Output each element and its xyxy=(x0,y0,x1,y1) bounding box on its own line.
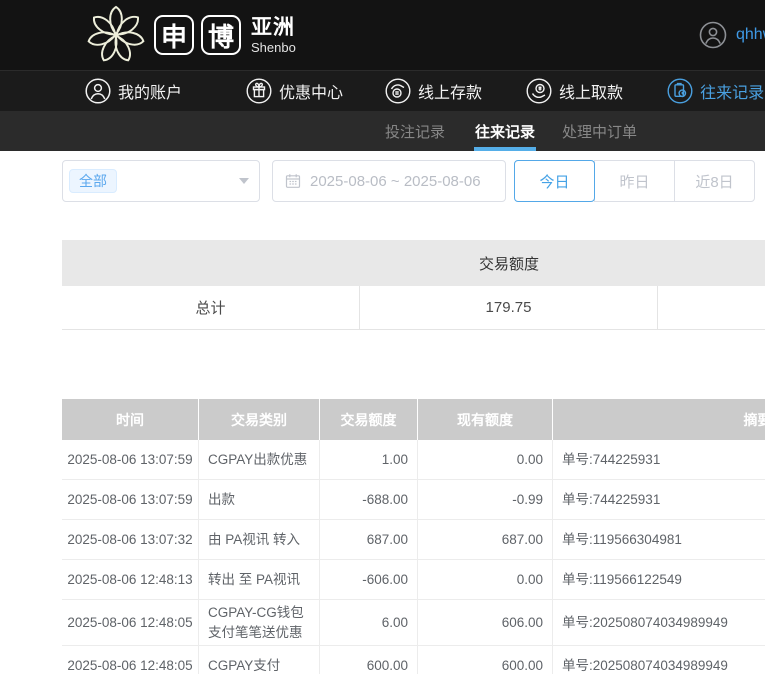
cell-type: 出款 xyxy=(199,480,320,519)
table-row: 2025-08-06 13:07:59 出款 -688.00 -0.99 单号:… xyxy=(62,480,765,520)
cell-balance: 687.00 xyxy=(418,520,553,559)
page: 申 博 亚洲 Shenbo qhhw xyxy=(0,0,765,674)
tab-pending-orders[interactable]: 处理中订单 xyxy=(562,111,637,151)
summary-table: 交易额度 总计 179.75 xyxy=(62,240,765,330)
col-header-amount: 交易额度 xyxy=(320,399,418,440)
avatar-icon xyxy=(699,21,727,49)
cell-time: 2025-08-06 12:48:05 xyxy=(62,600,199,646)
summary-header-amount: 交易额度 xyxy=(478,255,539,273)
col-header-summary: 摘要 xyxy=(743,411,765,428)
cell-time: 2025-08-06 13:07:59 xyxy=(62,480,199,519)
flower-logo-icon xyxy=(87,5,145,62)
cell-time: 2025-08-06 12:48:13 xyxy=(62,560,199,599)
main-nav: 我的账户 优惠中心 线上存款 线上取款 往来记录 xyxy=(0,70,765,111)
nav-label: 线上存款 xyxy=(418,85,483,102)
table-row: 2025-08-06 13:07:59 CGPAY出款优惠 1.00 0.00 … xyxy=(62,440,765,480)
table-row: 2025-08-06 12:48:05 CGPAY-CG钱包支付笔笔送优惠 6.… xyxy=(62,600,765,647)
quick-date-buttons: 今日 昨日 近8日 xyxy=(514,160,755,202)
cell-amount: 1.00 xyxy=(320,440,418,479)
cell-amount: 687.00 xyxy=(320,520,418,559)
date-range-picker[interactable]: 2025-08-06 ~ 2025-08-06 xyxy=(272,160,506,202)
summary-header-spacer xyxy=(658,240,765,286)
user-icon xyxy=(85,78,111,104)
cell-balance: 0.00 xyxy=(418,560,553,599)
nav-label: 优惠中心 xyxy=(279,85,344,102)
cell-summary: 单号:202508074034989949 xyxy=(562,657,728,673)
selected-category-tag[interactable]: 全部 xyxy=(69,169,117,193)
cell-type: CGPAY出款优惠 xyxy=(199,440,320,479)
table-row: 2025-08-06 12:48:13 转出 至 PA视讯 -606.00 0.… xyxy=(62,560,765,600)
records-icon xyxy=(667,78,693,104)
brand-subtitle: Shenbo xyxy=(251,39,296,55)
cell-time: 2025-08-06 13:07:59 xyxy=(62,440,199,479)
deposit-icon xyxy=(385,78,411,104)
category-select[interactable]: 全部 xyxy=(62,160,260,202)
cell-balance: 606.00 xyxy=(418,600,553,646)
gift-icon xyxy=(246,78,272,104)
summary-header-spacer xyxy=(62,240,360,286)
brand-logo[interactable]: 申 博 亚洲 Shenbo xyxy=(85,3,296,67)
nav-label: 线上取款 xyxy=(559,85,624,102)
table-header-row: 时间 交易类别 交易额度 现有额度 摘要 xyxy=(62,399,765,440)
date-range-value: 2025-08-06 ~ 2025-08-06 xyxy=(310,172,481,190)
cell-amount: 600.00 xyxy=(320,646,418,674)
cell-balance: 0.00 xyxy=(418,440,553,479)
top-header: 申 博 亚洲 Shenbo qhhw xyxy=(0,0,765,70)
summary-header-row: 交易额度 xyxy=(62,240,765,286)
content-area: 全部 2025-08-06 ~ 2025-08-06 今日 昨日 近8日 交易额… xyxy=(0,160,765,674)
cell-time: 2025-08-06 12:48:05 xyxy=(62,646,199,674)
summary-total-row: 总计 179.75 xyxy=(62,286,765,330)
chevron-down-icon xyxy=(239,178,249,184)
logo-char-shen: 申 xyxy=(154,15,194,55)
cell-type: 转出 至 PA视讯 xyxy=(199,560,320,599)
cell-type: CGPAY支付 xyxy=(199,646,320,674)
col-header-time: 时间 xyxy=(62,399,199,440)
calendar-icon xyxy=(285,174,301,188)
withdraw-icon xyxy=(526,78,552,104)
cell-time: 2025-08-06 13:07:32 xyxy=(62,520,199,559)
filter-bar: 全部 2025-08-06 ~ 2025-08-06 今日 昨日 近8日 xyxy=(62,160,765,202)
table-row: 2025-08-06 12:48:05 CGPAY支付 600.00 600.0… xyxy=(62,646,765,674)
col-header-balance: 现有额度 xyxy=(418,399,553,440)
cell-summary: 单号:202508074034989949 xyxy=(562,614,728,630)
brand-region-label: 亚洲 xyxy=(251,15,295,39)
table-row: 2025-08-06 13:07:32 由 PA视讯 转入 687.00 687… xyxy=(62,520,765,560)
logo-char-bo: 博 xyxy=(201,15,241,55)
cell-balance: 600.00 xyxy=(418,646,553,674)
cell-summary: 单号:744225931 xyxy=(562,491,661,507)
transactions-table: 时间 交易类别 交易额度 现有额度 摘要 2025-08-06 13:07:59… xyxy=(62,399,765,674)
nav-label: 我的账户 xyxy=(118,85,183,102)
cell-summary: 单号:119566304981 xyxy=(562,531,682,547)
nav-item-withdraw[interactable]: 线上取款 xyxy=(526,78,623,104)
nav-item-my-account[interactable]: 我的账户 xyxy=(85,78,182,104)
summary-total-value: 179.75 xyxy=(360,286,658,329)
cell-summary: 单号:744225931 xyxy=(562,451,661,467)
summary-total-label: 总计 xyxy=(62,286,360,329)
tab-betting-records[interactable]: 投注记录 xyxy=(385,111,445,151)
cell-amount: -606.00 xyxy=(320,560,418,599)
nav-item-promotions[interactable]: 优惠中心 xyxy=(246,78,343,104)
cell-amount: -688.00 xyxy=(320,480,418,519)
today-button[interactable]: 今日 xyxy=(514,160,595,202)
summary-empty-cell xyxy=(658,286,765,329)
brand-text: 亚洲 Shenbo xyxy=(251,17,296,54)
nav-item-deposit[interactable]: 线上存款 xyxy=(385,78,482,104)
cell-type: 由 PA视讯 转入 xyxy=(199,520,320,559)
cell-balance: -0.99 xyxy=(418,480,553,519)
cell-type: CGPAY-CG钱包支付笔笔送优惠 xyxy=(199,600,320,646)
record-subtabs: 投注记录 往来记录 处理中订单 xyxy=(0,111,765,151)
cell-summary: 单号:119566122549 xyxy=(562,571,682,587)
cell-amount: 6.00 xyxy=(320,600,418,646)
last-8-days-button[interactable]: 近8日 xyxy=(674,160,755,202)
yesterday-button[interactable]: 昨日 xyxy=(594,160,675,202)
username-label: qhhw xyxy=(736,26,765,43)
user-account[interactable]: qhhw xyxy=(699,21,765,49)
tab-transaction-records[interactable]: 往来记录 xyxy=(474,111,537,151)
nav-label: 往来记录 xyxy=(700,85,765,102)
col-header-type: 交易类别 xyxy=(199,399,320,440)
nav-item-transaction-records[interactable]: 往来记录 xyxy=(667,78,764,104)
